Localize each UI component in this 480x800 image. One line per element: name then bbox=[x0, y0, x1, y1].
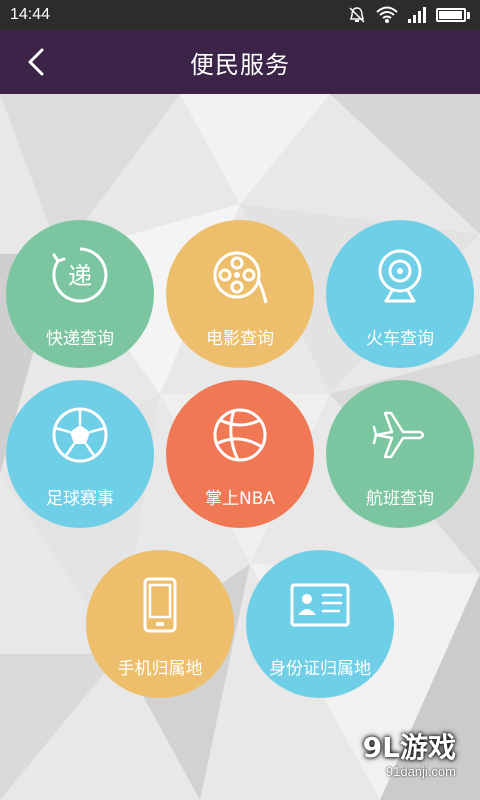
id-card-icon bbox=[290, 583, 350, 627]
camera-icon bbox=[378, 249, 422, 303]
basketball-icon bbox=[213, 408, 267, 462]
service-flight-label: 航班查询 bbox=[366, 489, 434, 509]
phone-icon bbox=[143, 577, 177, 633]
back-button[interactable] bbox=[18, 44, 54, 80]
service-movie-label: 电影查询 bbox=[206, 329, 274, 349]
service-express-label: 快递查询 bbox=[46, 329, 114, 349]
service-football-label: 足球赛事 bbox=[46, 489, 114, 509]
watermark-site: 91danji.com bbox=[385, 764, 456, 779]
title-bar: 便民服务 bbox=[0, 30, 480, 94]
chevron-left-icon bbox=[28, 48, 44, 76]
film-reel-icon bbox=[213, 251, 268, 304]
service-flight[interactable]: 航班查询 bbox=[326, 380, 474, 528]
wifi-icon bbox=[376, 6, 398, 23]
soccer-ball-icon bbox=[52, 407, 108, 463]
service-express[interactable]: 递 快递查询 bbox=[6, 220, 154, 368]
alarm-off-icon bbox=[349, 7, 365, 23]
service-football[interactable]: 足球赛事 bbox=[6, 380, 154, 528]
watermark: 9L游戏 91danji.com bbox=[294, 726, 462, 786]
svg-text:递: 递 bbox=[68, 262, 92, 290]
service-train[interactable]: 火车查询 bbox=[326, 220, 474, 368]
express-icon: 递 bbox=[52, 247, 108, 303]
signal-icon bbox=[408, 7, 426, 23]
battery-icon bbox=[436, 8, 470, 22]
service-phone-location[interactable]: 手机归属地 bbox=[86, 550, 234, 698]
service-nba[interactable]: 掌上NBA bbox=[166, 380, 314, 528]
status-time: 14:44 bbox=[10, 6, 51, 23]
service-phone-location-label: 手机归属地 bbox=[117, 659, 203, 679]
watermark-brand: 9L游戏 bbox=[362, 731, 456, 764]
service-id-location-label: 身份证归属地 bbox=[269, 659, 371, 679]
page-title: 便民服务 bbox=[190, 50, 290, 79]
status-bar: 14:44 bbox=[0, 0, 480, 30]
services-panel: 递 快递查询 电影查询 火车查询 足球赛事 掌上NBA 航班查询 手机归属地 身… bbox=[0, 94, 480, 800]
service-train-label: 火车查询 bbox=[366, 329, 434, 349]
service-movie[interactable]: 电影查询 bbox=[166, 220, 314, 368]
service-id-location[interactable]: 身份证归属地 bbox=[246, 550, 394, 698]
service-nba-label: 掌上NBA bbox=[204, 489, 275, 509]
airplane-icon bbox=[372, 411, 425, 459]
status-icons bbox=[348, 6, 470, 24]
